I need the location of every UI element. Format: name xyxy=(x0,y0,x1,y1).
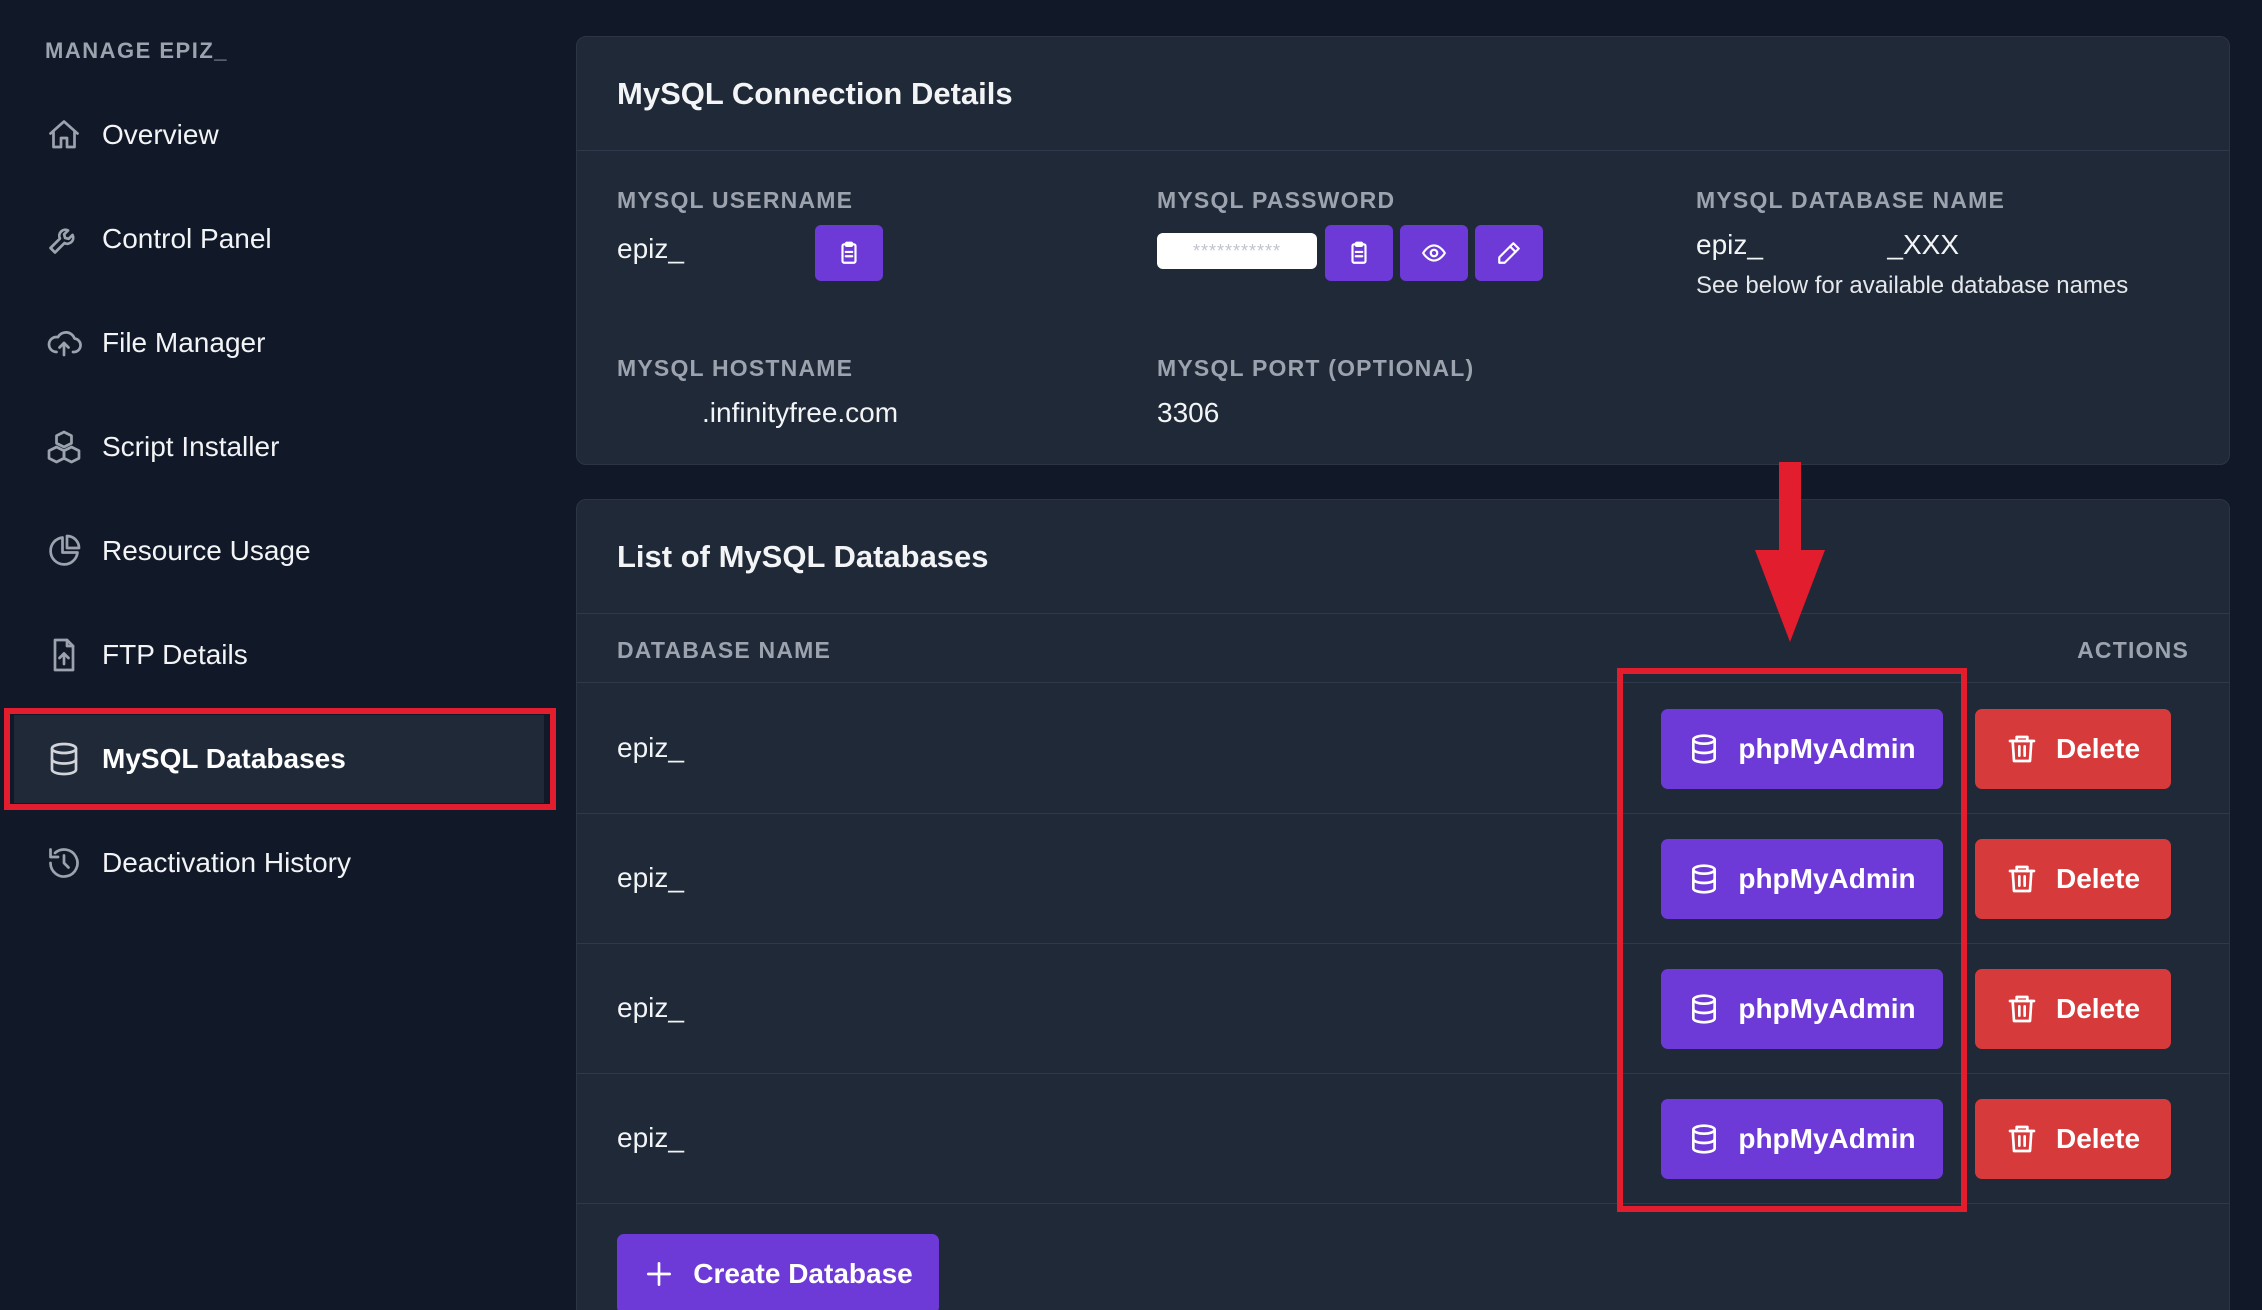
table-row: epiz_ phpMyAdmin Delete xyxy=(577,1074,2229,1204)
sidebar-item-overview[interactable]: Overview xyxy=(14,91,544,179)
hostname-label: MYSQL HOSTNAME xyxy=(617,355,854,381)
port-label: MYSQL PORT (OPTIONAL) xyxy=(1157,355,1475,381)
pencil-icon xyxy=(1498,242,1520,264)
highlight-box-actions xyxy=(1617,668,1967,1212)
sidebar-item-control-panel[interactable]: Control Panel xyxy=(14,195,544,283)
create-database-button[interactable]: Create Database xyxy=(617,1234,939,1310)
clipboard-icon xyxy=(1351,241,1367,264)
column-header-actions: ACTIONS xyxy=(2077,637,2189,663)
database-name: epiz_ xyxy=(617,992,684,1023)
database-name: epiz_ xyxy=(617,862,684,893)
delete-button[interactable]: Delete xyxy=(1975,839,2171,919)
sidebar-title: MANAGE EPIZ_ xyxy=(45,38,229,63)
sidebar-item-label: Control Panel xyxy=(102,223,272,254)
panel-title: MySQL Connection Details xyxy=(577,37,2229,151)
sidebar-item-deactivation-history[interactable]: Deactivation History xyxy=(14,819,544,907)
table-header: DATABASE NAME ACTIONS xyxy=(577,615,2229,683)
dbname-value: epiz_ _XXX xyxy=(1696,229,1960,260)
sidebar-item-label: Resource Usage xyxy=(102,535,311,566)
trash-icon xyxy=(2008,865,2036,893)
sidebar-item-label: Deactivation History xyxy=(102,847,351,878)
cloud-upload-icon xyxy=(46,325,82,361)
show-password-button[interactable] xyxy=(1400,225,1468,281)
column-header-database-name: DATABASE NAME xyxy=(617,637,832,663)
delete-button[interactable]: Delete xyxy=(1975,709,2171,789)
eye-icon xyxy=(1422,244,1446,262)
sidebar-item-label: File Manager xyxy=(102,327,266,358)
username-value: epiz_ xyxy=(617,233,684,264)
sidebar-item-label: FTP Details xyxy=(102,639,248,670)
panel-title: List of MySQL Databases xyxy=(577,500,2229,614)
table-row: epiz_ phpMyAdmin Delete xyxy=(577,814,2229,944)
dbname-note: See below for available database names xyxy=(1696,272,2129,299)
red-arrow-annotation xyxy=(1755,462,1825,642)
delete-button[interactable]: Delete xyxy=(1975,1099,2171,1179)
trash-icon xyxy=(2008,735,2036,763)
hostname-value: .infinityfree.com xyxy=(702,397,899,428)
database-name: epiz_ xyxy=(617,732,684,763)
database-name: epiz_ xyxy=(617,1122,684,1153)
password-field[interactable]: *********** xyxy=(1157,233,1317,269)
dbname-label: MYSQL DATABASE NAME xyxy=(1696,187,2006,213)
connection-details-panel: MySQL Connection Details MYSQL USERNAME … xyxy=(576,36,2230,465)
highlight-box-sidebar xyxy=(4,708,556,810)
create-database-label: Create Database xyxy=(693,1258,913,1289)
table-row: epiz_ phpMyAdmin Delete xyxy=(577,684,2229,814)
username-label: MYSQL USERNAME xyxy=(617,187,854,213)
trash-icon xyxy=(2008,1125,2036,1153)
delete-label: Delete xyxy=(2055,863,2141,894)
delete-label: Delete xyxy=(2055,1123,2141,1154)
sidebar-item-file-manager[interactable]: File Manager xyxy=(14,299,544,387)
password-label: MYSQL PASSWORD xyxy=(1157,187,1396,213)
delete-label: Delete xyxy=(2055,993,2141,1024)
table-row: epiz_ phpMyAdmin Delete xyxy=(577,944,2229,1074)
edit-password-button[interactable] xyxy=(1475,225,1543,281)
plus-icon xyxy=(647,1262,672,1286)
wrench-icon xyxy=(46,221,82,257)
home-icon xyxy=(46,117,82,153)
port-value: 3306 xyxy=(1157,397,1220,428)
sidebar-item-label: Script Installer xyxy=(102,431,280,462)
sidebar-item-resource-usage[interactable]: Resource Usage xyxy=(14,507,544,595)
databases-list-panel: List of MySQL Databases DATABASE NAME AC… xyxy=(576,499,2230,1310)
copy-password-button[interactable] xyxy=(1325,225,1393,281)
copy-username-button[interactable] xyxy=(815,225,883,281)
file-upload-icon xyxy=(46,637,82,673)
sidebar-item-ftp-details[interactable]: FTP Details xyxy=(14,611,544,699)
delete-button[interactable]: Delete xyxy=(1975,969,2171,1049)
pie-chart-icon xyxy=(46,533,82,569)
sidebar-item-script-installer[interactable]: Script Installer xyxy=(14,403,544,491)
trash-icon xyxy=(2008,995,2036,1023)
sidebar-item-label: Overview xyxy=(102,119,219,150)
sidebar: MANAGE EPIZ_ Overview Control Panel File… xyxy=(0,0,560,1310)
history-icon xyxy=(46,845,82,881)
clipboard-icon xyxy=(841,241,857,264)
delete-label: Delete xyxy=(2055,733,2141,764)
cubes-icon xyxy=(46,429,82,465)
